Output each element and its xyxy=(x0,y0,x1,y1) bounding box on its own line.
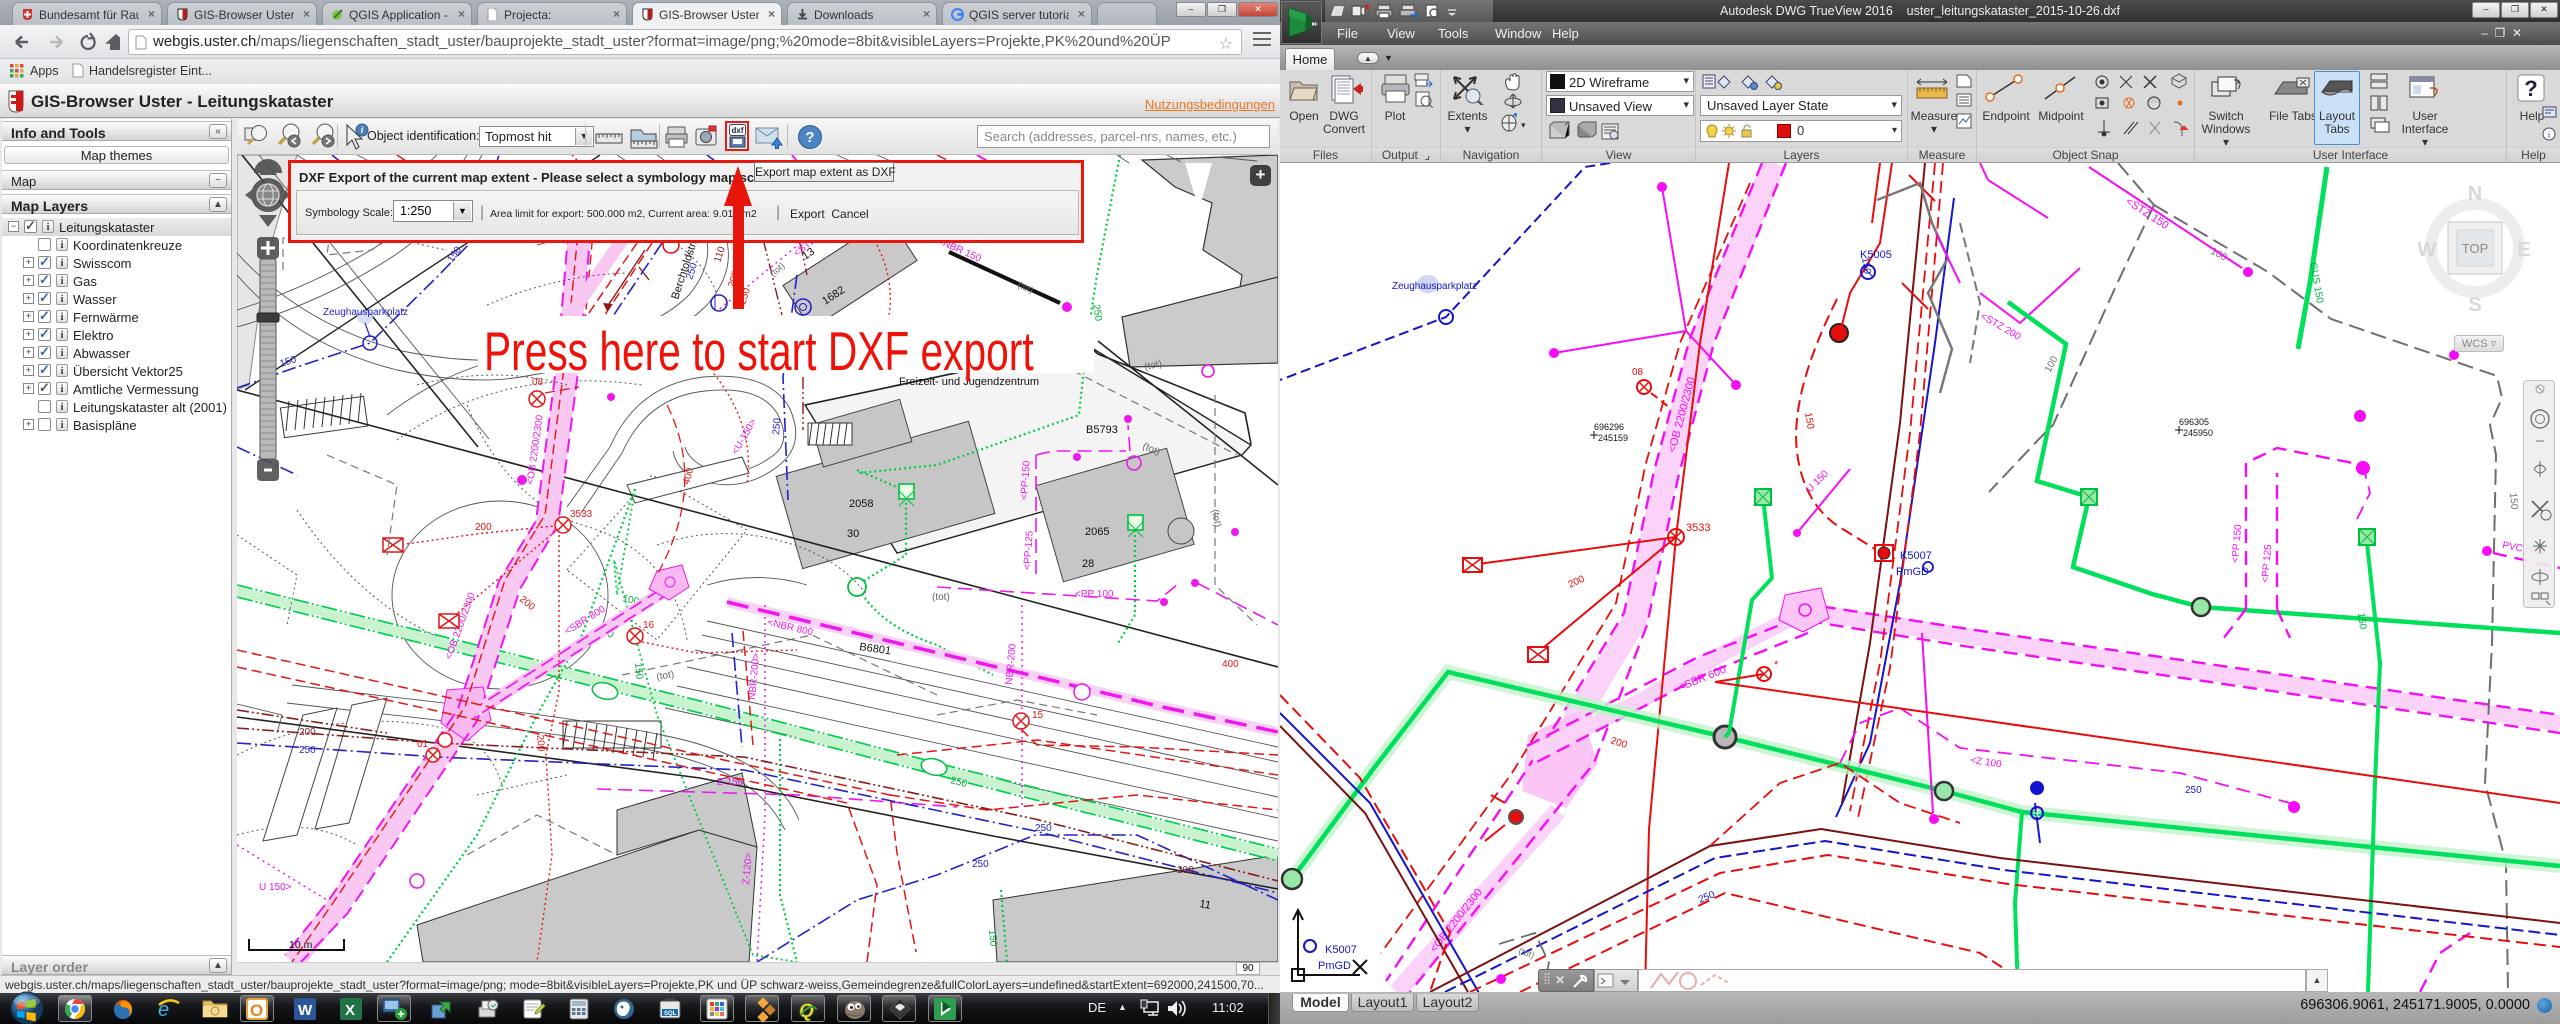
svg-text:K5007: K5007 xyxy=(1325,944,1357,956)
svg-text:<U-150>: <U-150> xyxy=(730,417,759,456)
svg-text:i: i xyxy=(2548,130,2550,140)
svg-text:PmGD: PmGD xyxy=(1896,566,1929,578)
svg-text:(tot): (tot) xyxy=(768,261,787,279)
svg-text:E: E xyxy=(2517,239,2530,261)
svg-text:10 m: 10 m xyxy=(289,939,313,951)
svg-text:NBR-200: NBR-200 xyxy=(1004,643,1019,685)
svg-text:(tot): (tot) xyxy=(932,592,950,603)
svg-text:2065: 2065 xyxy=(1085,526,1109,538)
svg-text:01: 01 xyxy=(417,739,429,750)
svg-text:150: 150 xyxy=(632,662,645,680)
svg-text:200: 200 xyxy=(1177,865,1194,876)
svg-text:30: 30 xyxy=(847,528,859,540)
svg-text:200: 200 xyxy=(475,522,492,533)
svg-text:(tot): (tot) xyxy=(1143,358,1163,372)
svg-text:245159: 245159 xyxy=(1598,433,1628,443)
svg-text:200: 200 xyxy=(299,727,316,738)
svg-text:*: * xyxy=(1774,659,1779,671)
svg-text:X: X xyxy=(345,1002,355,1019)
svg-text:<Z 100: <Z 100 xyxy=(1970,755,2003,770)
svg-text:K5007: K5007 xyxy=(1900,550,1932,562)
svg-text:3533: 3533 xyxy=(1686,522,1710,534)
svg-text:dxf: dxf xyxy=(732,126,744,135)
svg-text:<STZ 150: <STZ 150 xyxy=(2123,195,2170,232)
svg-text:08: 08 xyxy=(1632,367,1644,378)
svg-text:200: 200 xyxy=(534,734,546,752)
svg-text:250: 250 xyxy=(771,417,783,435)
svg-text:150: 150 xyxy=(2507,492,2519,510)
svg-text:250: 250 xyxy=(1035,823,1052,834)
svg-text:U 150>: U 150> xyxy=(259,882,292,893)
svg-text:16: 16 xyxy=(643,620,655,631)
svg-text:<PP 100: <PP 100 xyxy=(1075,589,1114,600)
svg-text:250: 250 xyxy=(2185,785,2202,796)
svg-text:150: 150 xyxy=(986,929,999,947)
svg-text:Zeughausparkplatz: Zeughausparkplatz xyxy=(1392,281,1477,292)
svg-text:250: 250 xyxy=(972,859,989,870)
svg-text:2058: 2058 xyxy=(849,498,873,510)
svg-text:150: 150 xyxy=(1802,412,1816,431)
svg-text:250: 250 xyxy=(299,745,316,756)
svg-text:▾: ▾ xyxy=(1521,120,1526,130)
svg-text:<PP 125: <PP 125 xyxy=(2260,544,2274,584)
svg-text:250: 250 xyxy=(1697,889,1717,906)
svg-text:(tot): (tot) xyxy=(1517,945,1535,960)
svg-text:B5793: B5793 xyxy=(1086,424,1118,436)
svg-text:696296: 696296 xyxy=(1594,422,1624,432)
svg-text:SQL: SQL xyxy=(664,1011,677,1017)
svg-text:Q: Q xyxy=(799,1001,814,1022)
svg-text:PmGD: PmGD xyxy=(1318,960,1351,972)
svg-text:(tot): (tot) xyxy=(1209,509,1223,528)
svg-text:(tot): (tot) xyxy=(656,669,675,683)
svg-text:3533: 3533 xyxy=(570,509,593,520)
svg-text:400: 400 xyxy=(1222,659,1239,670)
svg-text:200: 200 xyxy=(1567,574,1587,591)
svg-text:S: S xyxy=(2468,294,2481,316)
svg-text:15: 15 xyxy=(1032,710,1044,721)
svg-text:150: 150 xyxy=(2355,612,2368,630)
svg-text:?: ? xyxy=(2524,76,2537,101)
svg-text:Zeughausparkplatz: Zeughausparkplatz xyxy=(323,307,408,318)
svg-text:?: ? xyxy=(805,129,814,146)
svg-text:TOP: TOP xyxy=(2462,241,2489,256)
svg-text:W: W xyxy=(298,1002,313,1019)
svg-text:28: 28 xyxy=(1082,558,1094,570)
svg-text:696305: 696305 xyxy=(2179,417,2209,427)
svg-text:<PP-125: <PP-125 xyxy=(1022,530,1036,570)
svg-text:200: 200 xyxy=(517,594,537,613)
svg-text:200: 200 xyxy=(1609,735,1629,751)
svg-text:<STZ 200: <STZ 200 xyxy=(1979,311,2023,343)
svg-text:O: O xyxy=(250,1001,263,1020)
svg-text:245950: 245950 xyxy=(2183,428,2213,438)
svg-text:11: 11 xyxy=(1198,898,1211,912)
svg-text:<PP 150: <PP 150 xyxy=(2230,524,2244,564)
svg-text:N: N xyxy=(2468,183,2482,205)
svg-text:W: W xyxy=(2418,239,2437,261)
svg-text:U 150: U 150 xyxy=(1804,468,1831,495)
svg-text:NBR-200>: NBR-200> xyxy=(747,652,762,700)
